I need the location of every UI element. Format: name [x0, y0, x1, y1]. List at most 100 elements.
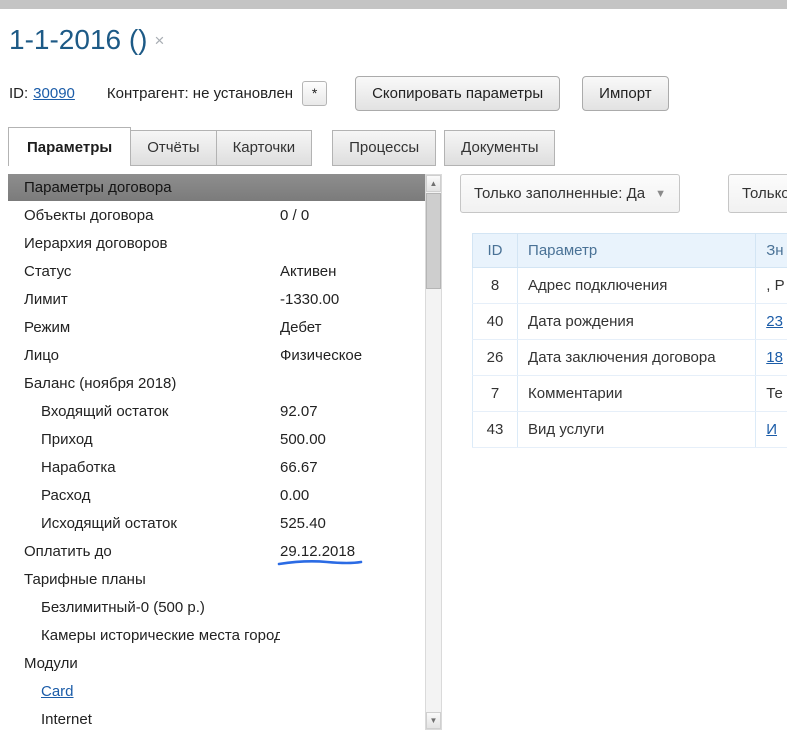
param-value: Физическое: [280, 347, 425, 364]
param-label: Приход: [8, 431, 280, 448]
param-row[interactable]: Лимит-1330.00: [8, 285, 425, 313]
contract-id-link[interactable]: 30090: [33, 85, 75, 102]
page-title-row: 1-1-2016 () ×: [0, 9, 787, 56]
param-label: Режим: [8, 319, 280, 336]
cell-value: , Р: [756, 268, 787, 304]
cell-value[interactable]: И: [756, 412, 787, 448]
param-value: 92.07: [280, 403, 425, 420]
tab-parametry[interactable]: Параметры: [8, 127, 131, 166]
filter-second-dropdown[interactable]: Только: [728, 174, 787, 213]
param-label: Internet: [8, 711, 280, 728]
tab-processy[interactable]: Процессы: [332, 130, 436, 166]
tab-kartochki[interactable]: Карточки: [216, 130, 313, 166]
filter-filled-only-label: Только заполненные: Да: [474, 185, 645, 202]
param-value: 500.00: [280, 431, 425, 448]
param-row[interactable]: Тарифные планы: [8, 565, 425, 593]
param-table-head-row: IDПараметрЗн: [473, 234, 787, 268]
contract-params-list: Параметры договора Объекты договора0 / 0…: [8, 174, 425, 730]
param-row[interactable]: Internet: [8, 705, 425, 730]
page-title: 1-1-2016 (): [9, 24, 148, 56]
cell-value[interactable]: 23: [756, 304, 787, 340]
param-label: Тарифные планы: [8, 571, 280, 588]
param-row[interactable]: Card: [8, 677, 425, 705]
param-value: 0.00: [280, 487, 425, 504]
cell-param: Адрес подключения: [518, 268, 756, 304]
param-label: Безлимитный-0 (500 р.): [8, 599, 280, 616]
filter-row: Только заполненные: Да ▼ Только: [458, 174, 787, 214]
param-value: 66.67: [280, 459, 425, 476]
param-value: 525.40: [280, 515, 425, 532]
scroll-up-icon[interactable]: ▲: [426, 175, 441, 192]
param-label: Оплатить до: [8, 543, 280, 560]
param-row[interactable]: СтатусАктивен: [8, 257, 425, 285]
param-value: Дебет: [280, 319, 425, 336]
filter-second-label: Только: [742, 185, 787, 202]
info-bar: ID: 30090 Контрагент: не установлен * Ск…: [0, 56, 787, 125]
column-header[interactable]: Параметр: [518, 234, 756, 268]
scrollbar-track[interactable]: [426, 192, 441, 712]
top-strip: [0, 0, 787, 9]
cell-param: Вид услуги: [518, 412, 756, 448]
param-label: Баланс (ноября 2018): [8, 375, 280, 392]
cell-id: 7: [473, 376, 518, 412]
param-row[interactable]: Объекты договора0 / 0: [8, 201, 425, 229]
param-row[interactable]: РежимДебет: [8, 313, 425, 341]
param-row[interactable]: Безлимитный-0 (500 р.): [8, 593, 425, 621]
param-row[interactable]: ЛицоФизическое: [8, 341, 425, 369]
param-row[interactable]: Камеры исторические места города (0 р.): [8, 621, 425, 649]
param-row[interactable]: Исходящий остаток525.40: [8, 509, 425, 537]
param-label: Иерархия договоров: [8, 235, 280, 252]
param-label: Камеры исторические места города (0 р.): [8, 627, 280, 644]
param-value: 0 / 0: [280, 207, 425, 224]
close-icon[interactable]: ×: [155, 31, 165, 51]
param-row[interactable]: Баланс (ноября 2018): [8, 369, 425, 397]
cell-value[interactable]: 18: [756, 340, 787, 376]
param-row[interactable]: Наработка66.67: [8, 453, 425, 481]
param-row[interactable]: Иерархия договоров: [8, 229, 425, 257]
param-row[interactable]: Модули: [8, 649, 425, 677]
copy-params-button[interactable]: Скопировать параметры: [355, 76, 560, 111]
contragent-label: Контрагент: не установлен: [107, 85, 293, 102]
cell-id: 40: [473, 304, 518, 340]
param-row[interactable]: Приход500.00: [8, 425, 425, 453]
cell-param: Дата рождения: [518, 304, 756, 340]
chevron-down-icon: ▼: [655, 188, 666, 200]
tab-otchety[interactable]: Отчёты: [130, 130, 216, 166]
tab-bar: ПараметрыОтчётыКарточки ПроцессыДокументы: [0, 127, 787, 166]
param-value: Активен: [280, 263, 425, 280]
value-link[interactable]: 18: [766, 349, 783, 366]
param-label: Лицо: [8, 347, 280, 364]
param-row[interactable]: Расход0.00: [8, 481, 425, 509]
param-label: Статус: [8, 263, 280, 280]
column-header[interactable]: ID: [473, 234, 518, 268]
contragent-select-button[interactable]: *: [302, 81, 327, 106]
cell-id: 43: [473, 412, 518, 448]
column-header[interactable]: Зн: [756, 234, 787, 268]
hand-drawn-underline: [277, 558, 363, 567]
param-label: Расход: [8, 487, 280, 504]
scrollbar-thumb[interactable]: [426, 193, 441, 289]
param-table: IDПараметрЗн 8Адрес подключения, Р40Дата…: [472, 233, 787, 448]
param-value: 29.12.2018: [280, 543, 425, 560]
param-label: Наработка: [8, 459, 280, 476]
cell-value: Те: [756, 376, 787, 412]
import-button[interactable]: Импорт: [582, 76, 668, 111]
module-link[interactable]: Card: [8, 683, 280, 700]
scroll-down-icon[interactable]: ▼: [426, 712, 441, 729]
table-row[interactable]: 43Вид услуги И: [473, 412, 787, 448]
param-row[interactable]: Входящий остаток92.07: [8, 397, 425, 425]
value-link[interactable]: 23: [766, 313, 783, 330]
table-row[interactable]: 7КомментарииТе: [473, 376, 787, 412]
vertical-scrollbar[interactable]: ▲ ▼: [425, 174, 442, 730]
table-row[interactable]: 8Адрес подключения, Р: [473, 268, 787, 304]
main-area: Параметры договора Объекты договора0 / 0…: [0, 166, 787, 730]
param-table-body: 8Адрес подключения, Р40Дата рождения 23 26…: [473, 268, 787, 448]
table-row[interactable]: 26Дата заключения договора18: [473, 340, 787, 376]
filter-filled-only-dropdown[interactable]: Только заполненные: Да ▼: [460, 174, 680, 213]
tab-dokumenty[interactable]: Документы: [444, 130, 555, 166]
param-label: Лимит: [8, 291, 280, 308]
table-row[interactable]: 40Дата рождения 23: [473, 304, 787, 340]
param-row[interactable]: Оплатить до29.12.2018: [8, 537, 425, 565]
value-link[interactable]: И: [766, 421, 777, 438]
params-tree-header[interactable]: Параметры договора: [8, 174, 425, 201]
